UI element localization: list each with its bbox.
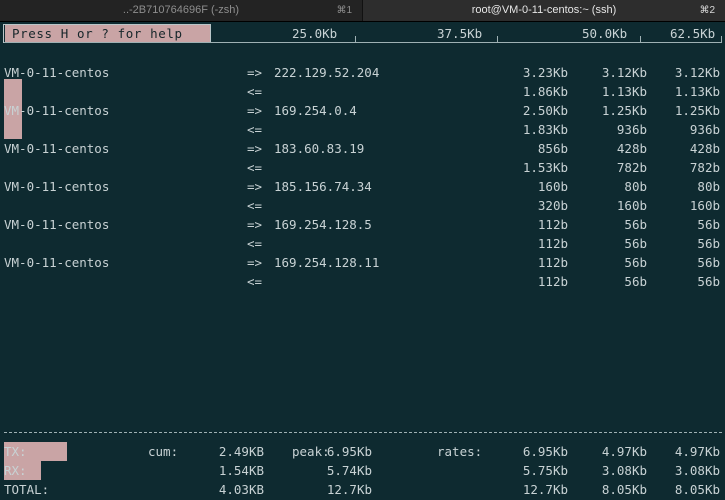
total-rate: 3.08Kb xyxy=(674,463,720,478)
tab-ssh-shortcut: ⌘2 xyxy=(699,5,715,16)
direction-in: <= xyxy=(247,84,263,99)
total-peak: 5.74Kb xyxy=(326,463,372,478)
tab-zsh[interactable]: ..-2B710764696F (-zsh) ⌘1 xyxy=(0,0,362,21)
rate-out: 3.12Kb xyxy=(674,65,720,80)
rate-out: 56b xyxy=(697,217,720,232)
tab-ssh-label: root@VM-0-11-centos:~ (ssh) xyxy=(471,4,617,16)
tab-ssh[interactable]: root@VM-0-11-centos:~ (ssh) ⌘2 xyxy=(362,0,725,21)
rate-out: 856b xyxy=(537,141,568,156)
total-rate: 8.05Kb xyxy=(601,482,647,497)
rate-in: 160b xyxy=(616,198,647,213)
total-row-label: RX: xyxy=(4,463,27,478)
total-cum: 1.54KB xyxy=(218,463,264,478)
rate-in: 56b xyxy=(697,236,720,251)
total-peak: 12.7Kb xyxy=(326,482,372,497)
rate-out: 160b xyxy=(537,179,568,194)
terminal-content[interactable]: Press H or ? for help 25.0Kb 37.5Kb 50.0… xyxy=(0,22,725,500)
flow-host: VM-0-11-centos xyxy=(4,179,110,194)
scale-label-50: 50.0Kb xyxy=(582,26,628,41)
rate-in: 936b xyxy=(616,122,647,137)
total-cum: 4.03KB xyxy=(218,482,264,497)
tab-zsh-shortcut: ⌘1 xyxy=(336,5,352,16)
flow-remote: 169.254.0.4 xyxy=(274,103,357,118)
flow-host: VM-0-11-centos xyxy=(4,217,110,232)
total-rate: 8.05Kb xyxy=(674,482,720,497)
rate-in: 160b xyxy=(689,198,720,213)
scale-tick xyxy=(355,36,356,42)
scale-label-62: 62.5Kb xyxy=(670,26,716,41)
rate-in: 1.13Kb xyxy=(674,84,720,99)
flow-remote: 183.60.83.19 xyxy=(274,141,365,156)
scale-tick xyxy=(721,36,722,42)
terminal-window: ..-2B710764696F (-zsh) ⌘1 root@VM-0-11-c… xyxy=(0,0,725,500)
rate-in: 782b xyxy=(616,160,647,175)
total-rate: 6.95Kb xyxy=(522,444,568,459)
rate-in: 56b xyxy=(697,274,720,289)
direction-out: => xyxy=(247,103,263,118)
rate-out: 428b xyxy=(616,141,647,156)
total-rate: 5.75Kb xyxy=(522,463,568,478)
rate-out: 112b xyxy=(537,217,568,232)
rate-out: 3.12Kb xyxy=(601,65,647,80)
direction-in: <= xyxy=(247,198,263,213)
direction-in: <= xyxy=(247,274,263,289)
flow-host: VM-0-11-centos xyxy=(4,103,110,118)
flow-host: VM-0-11-centos xyxy=(4,65,110,80)
total-row-label: TOTAL: xyxy=(4,482,50,497)
direction-out: => xyxy=(247,65,263,80)
rates-label: rates: xyxy=(437,444,483,459)
total-cum: 2.49KB xyxy=(218,444,264,459)
tab-bar: ..-2B710764696F (-zsh) ⌘1 root@VM-0-11-c… xyxy=(0,0,725,22)
rate-in: 320b xyxy=(537,198,568,213)
direction-in: <= xyxy=(247,236,263,251)
total-row-label: TX: xyxy=(4,444,27,459)
scale-label-25: 25.0Kb xyxy=(292,26,338,41)
total-rate: 4.97Kb xyxy=(601,444,647,459)
flow-remote: 169.254.128.5 xyxy=(274,217,372,232)
rate-in: 112b xyxy=(537,236,568,251)
rate-out: 56b xyxy=(624,217,647,232)
direction-out: => xyxy=(247,255,263,270)
cum-label: cum: xyxy=(148,444,179,459)
flow-host: VM-0-11-centos xyxy=(4,141,110,156)
flow-remote: 185.156.74.34 xyxy=(274,179,372,194)
rate-in: 936b xyxy=(689,122,720,137)
rate-in: 112b xyxy=(537,274,568,289)
direction-in: <= xyxy=(247,122,263,137)
rate-out: 2.50Kb xyxy=(522,103,568,118)
flow-remote: 169.254.128.11 xyxy=(274,255,380,270)
scale-tick xyxy=(640,36,641,42)
rate-in: 56b xyxy=(624,236,647,251)
rate-out: 56b xyxy=(624,255,647,270)
direction-out: => xyxy=(247,217,263,232)
rate-out: 1.25Kb xyxy=(674,103,720,118)
scale-label-37: 37.5Kb xyxy=(437,26,483,41)
rate-in: 1.13Kb xyxy=(601,84,647,99)
rate-in: 1.86Kb xyxy=(522,84,568,99)
total-rate: 12.7Kb xyxy=(522,482,568,497)
rate-out: 80b xyxy=(697,179,720,194)
total-rate: 3.08Kb xyxy=(601,463,647,478)
rate-out: 56b xyxy=(697,255,720,270)
totals-divider xyxy=(4,432,722,433)
total-rate: 4.97Kb xyxy=(674,444,720,459)
help-hint: Press H or ? for help xyxy=(5,25,210,42)
rate-in: 1.53Kb xyxy=(522,160,568,175)
flow-remote: 222.129.52.204 xyxy=(274,65,380,80)
rate-in: 782b xyxy=(689,160,720,175)
direction-in: <= xyxy=(247,160,263,175)
scale-tick xyxy=(497,36,498,42)
rate-in: 1.83Kb xyxy=(522,122,568,137)
rate-out: 1.25Kb xyxy=(601,103,647,118)
flow-host: VM-0-11-centos xyxy=(4,255,110,270)
total-peak: 6.95Kb xyxy=(326,444,372,459)
rate-out: 428b xyxy=(689,141,720,156)
rate-in: 56b xyxy=(624,274,647,289)
rate-out: 80b xyxy=(624,179,647,194)
tab-zsh-label: ..-2B710764696F (-zsh) xyxy=(122,4,240,16)
rate-out: 112b xyxy=(537,255,568,270)
direction-out: => xyxy=(247,179,263,194)
direction-out: => xyxy=(247,141,263,156)
rate-out: 3.23Kb xyxy=(522,65,568,80)
